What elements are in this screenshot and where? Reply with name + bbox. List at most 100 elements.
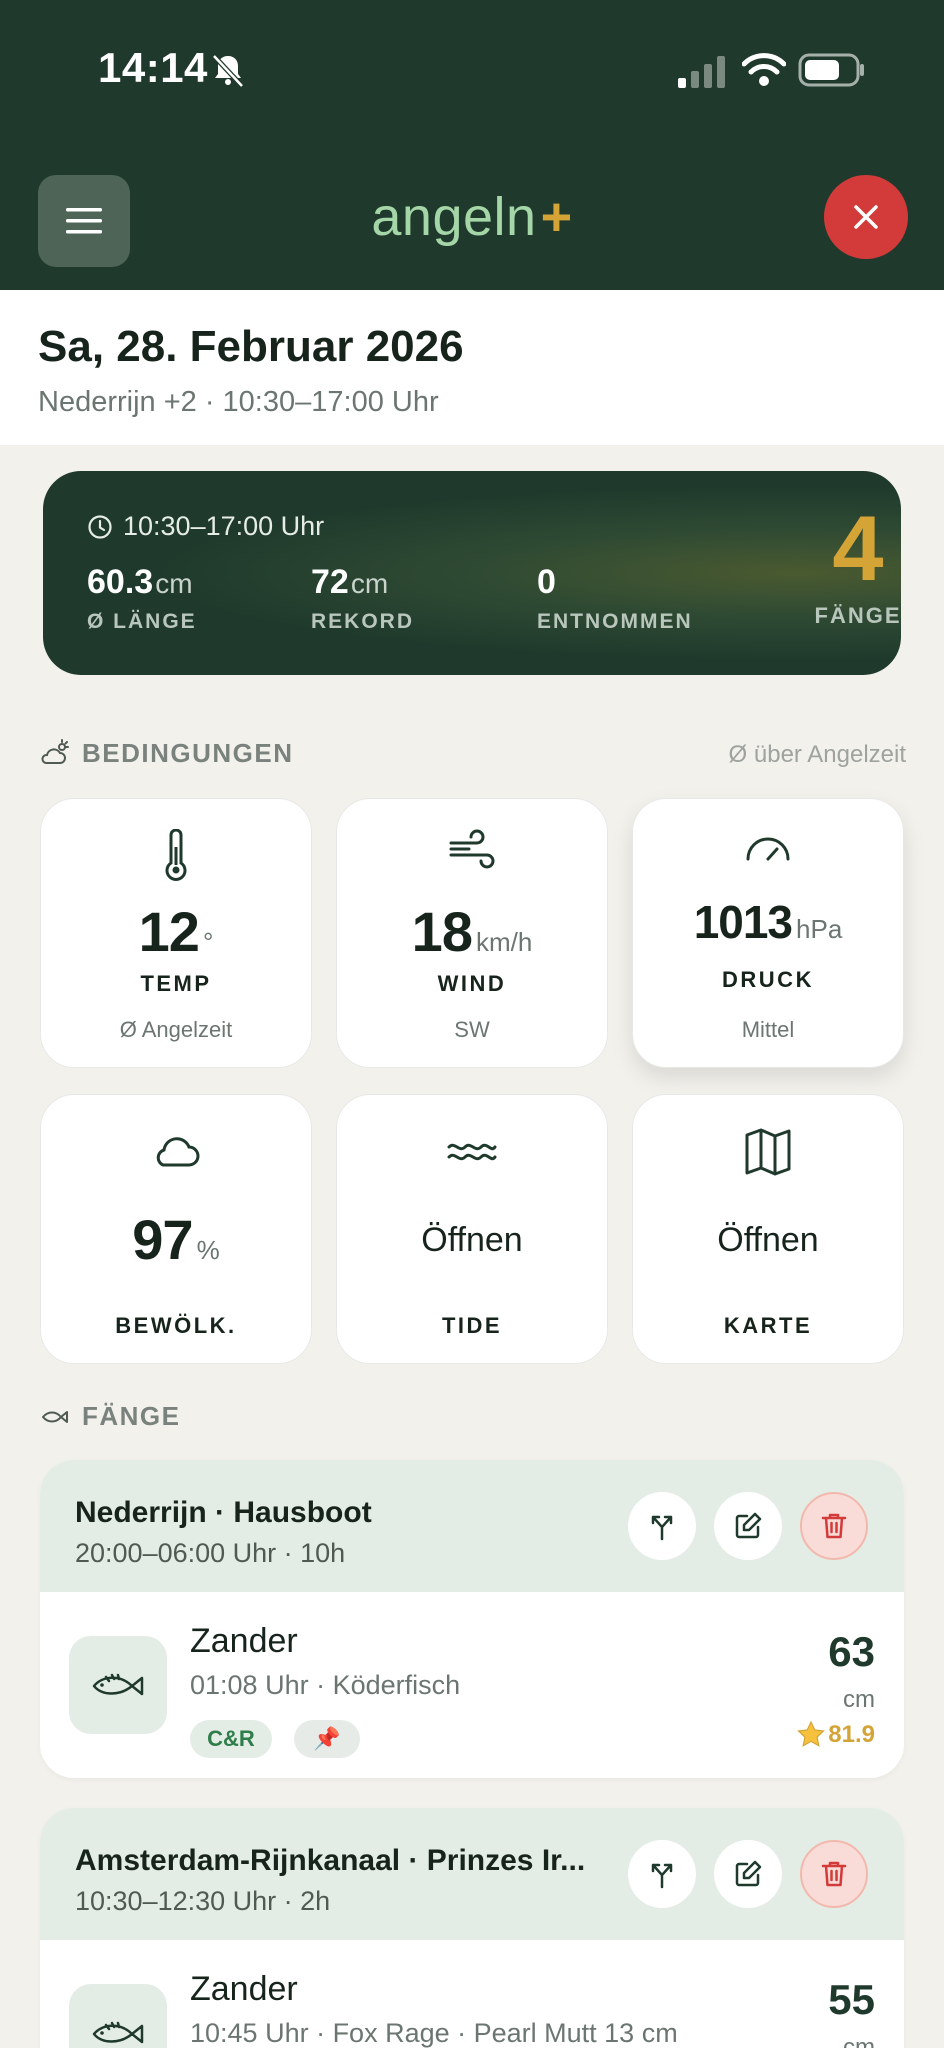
stat-label: Ø LÄNGE	[87, 610, 197, 633]
tile-value: 18	[411, 900, 473, 963]
page-subtitle: Nederrijn +2 · 10:30–17:00 Uhr	[38, 386, 439, 418]
catch-details: 01:08 Uhr · Köderfisch	[190, 1670, 461, 1700]
map-icon	[745, 1128, 791, 1176]
catch-count: 4 FÄNGE	[793, 503, 923, 629]
delete-trip-button[interactable]	[800, 1492, 868, 1560]
close-icon	[854, 205, 878, 229]
catch-count-value: 4	[832, 498, 884, 600]
stat-label: REKORD	[311, 610, 415, 633]
gauge-icon	[746, 837, 790, 861]
stat-value: 72	[311, 563, 349, 601]
tile-pressure[interactable]: 1013 hPa DRUCK Mittel	[632, 798, 904, 1068]
clock-icon	[88, 514, 112, 539]
bell-muted-icon	[212, 54, 244, 88]
tile-unit: hPa	[796, 914, 843, 944]
edit-trip-button[interactable]	[714, 1492, 782, 1560]
catch-length-unit: cm	[843, 2034, 875, 2048]
tile-unit: °	[202, 927, 214, 957]
trip-header: Amsterdam-Rijnkanaal · Prinzes Ir... 10:…	[40, 1808, 904, 1940]
edit-icon	[735, 1512, 762, 1539]
stat-unit: cm	[155, 568, 193, 599]
waves-icon	[447, 1143, 497, 1161]
close-button[interactable]	[824, 175, 908, 259]
thermometer-icon	[165, 829, 187, 881]
edit-icon	[735, 1860, 762, 1887]
catch-details: 10:45 Uhr · Fox Rage · Pearl Mutt 13 cm	[190, 2018, 678, 2048]
trip-subtitle: 20:00–06:00 Uhr · 10h	[75, 1538, 346, 1568]
stat-record: 72cm REKORD	[311, 563, 414, 634]
stat-value: 60.3	[87, 563, 154, 601]
catch-score-value: 81.9	[828, 1721, 875, 1748]
summary-card: 10:30–17:00 Uhr 60.3cm Ø LÄNGE 72cm REKO…	[43, 471, 901, 675]
tile-map[interactable]: Öffnen KARTE	[632, 1094, 904, 1364]
fish-icon	[92, 2021, 144, 2044]
trip-card: Nederrijn · Hausboot 20:00–06:00 Uhr · 1…	[40, 1460, 904, 1778]
stat-avg-length: 60.3cm Ø LÄNGE	[87, 563, 197, 634]
tile-label: WIND	[437, 971, 507, 996]
battery-icon	[798, 53, 864, 87]
conditions-heading: BEDINGUNGEN	[40, 738, 294, 769]
logo-plus: +	[540, 187, 573, 247]
pin-badge: 📌	[294, 1720, 360, 1758]
tile-sub: Mittel	[741, 1017, 795, 1042]
logo-text: angeln	[371, 187, 537, 247]
catch-score: 81.9	[796, 1720, 875, 1750]
summary-time-text: 10:30–17:00 Uhr	[123, 511, 325, 541]
tile-value: 12	[138, 900, 200, 963]
tile-value: 1013	[693, 896, 793, 948]
tile-unit: %	[196, 1235, 220, 1265]
conditions-heading-text: BEDINGUNGEN	[82, 738, 294, 768]
app-header: 14:14 angeln+	[0, 0, 944, 290]
tile-sub: SW	[454, 1017, 490, 1042]
catch-thumbnail	[69, 1984, 167, 2048]
catch-count-label: FÄNGE	[814, 603, 902, 628]
stat-kept: 0 ENTNOMMEN	[537, 563, 693, 634]
conditions-note: Ø über Angelzeit	[728, 741, 906, 768]
catch-length: 55	[828, 1976, 875, 2023]
tile-label: KARTE	[723, 1313, 813, 1338]
stat-unit: cm	[350, 568, 389, 599]
split-icon	[651, 1863, 673, 1889]
app-logo: angeln+	[0, 186, 944, 248]
tile-label: TEMP	[140, 971, 212, 996]
star-icon	[797, 1720, 826, 1747]
stat-label: ENTNOMMEN	[537, 610, 693, 633]
catch-length-unit: cm	[843, 1686, 875, 1713]
split-icon	[651, 1515, 673, 1541]
tide-open-link: Öffnen	[421, 1221, 523, 1259]
trip-header: Nederrijn · Hausboot 20:00–06:00 Uhr · 1…	[40, 1460, 904, 1592]
tile-label: TIDE	[441, 1313, 503, 1338]
summary-time: 10:30–17:00 Uhr	[87, 511, 324, 542]
fish-icon	[92, 1673, 144, 1696]
catch-length: 63	[828, 1628, 875, 1675]
trip-title: Nederrijn · Hausboot	[75, 1496, 372, 1529]
catch-row[interactable]: Zander 01:08 Uhr · Köderfisch C&R 📌 63 c…	[40, 1592, 904, 1778]
catches-heading: FÄNGE	[40, 1401, 181, 1432]
wind-icon	[449, 829, 495, 869]
trash-icon	[821, 1513, 847, 1539]
day-header: Sa, 28. Februar 2026 Nederrijn +2 · 10:3…	[0, 290, 944, 445]
tile-cloud-cover[interactable]: 97% BEWÖLK.	[40, 1094, 312, 1364]
trip-title: Amsterdam-Rijnkanaal · Prinzes Ir...	[75, 1844, 586, 1877]
delete-trip-button[interactable]	[800, 1840, 868, 1908]
split-trip-button[interactable]	[628, 1840, 696, 1908]
tile-temp[interactable]: 12 ° TEMP Ø Angelzeit	[40, 798, 312, 1068]
stat-value: 0	[537, 563, 556, 601]
split-trip-button[interactable]	[628, 1492, 696, 1560]
signal-icon	[678, 56, 725, 88]
catch-species: Zander	[190, 1622, 298, 1660]
map-open-link: Öffnen	[717, 1221, 819, 1259]
tile-unit: km/h	[475, 927, 533, 957]
trip-subtitle: 10:30–12:30 Uhr · 2h	[75, 1886, 331, 1916]
edit-trip-button[interactable]	[714, 1840, 782, 1908]
trash-icon	[821, 1861, 847, 1887]
catch-species: Zander	[190, 1970, 298, 2008]
cloud-sun-icon	[41, 738, 69, 764]
catch-thumbnail	[69, 1636, 167, 1734]
catch-row[interactable]: Zander 10:45 Uhr · Fox Rage · Pearl Mutt…	[40, 1940, 904, 2048]
tile-wind[interactable]: 18 km/h WIND SW	[336, 798, 608, 1068]
tile-tide[interactable]: Öffnen TIDE	[336, 1094, 608, 1364]
tile-label: DRUCK	[722, 967, 814, 992]
cloud-icon	[156, 1137, 200, 1167]
catch-release-badge: C&R	[190, 1720, 272, 1758]
